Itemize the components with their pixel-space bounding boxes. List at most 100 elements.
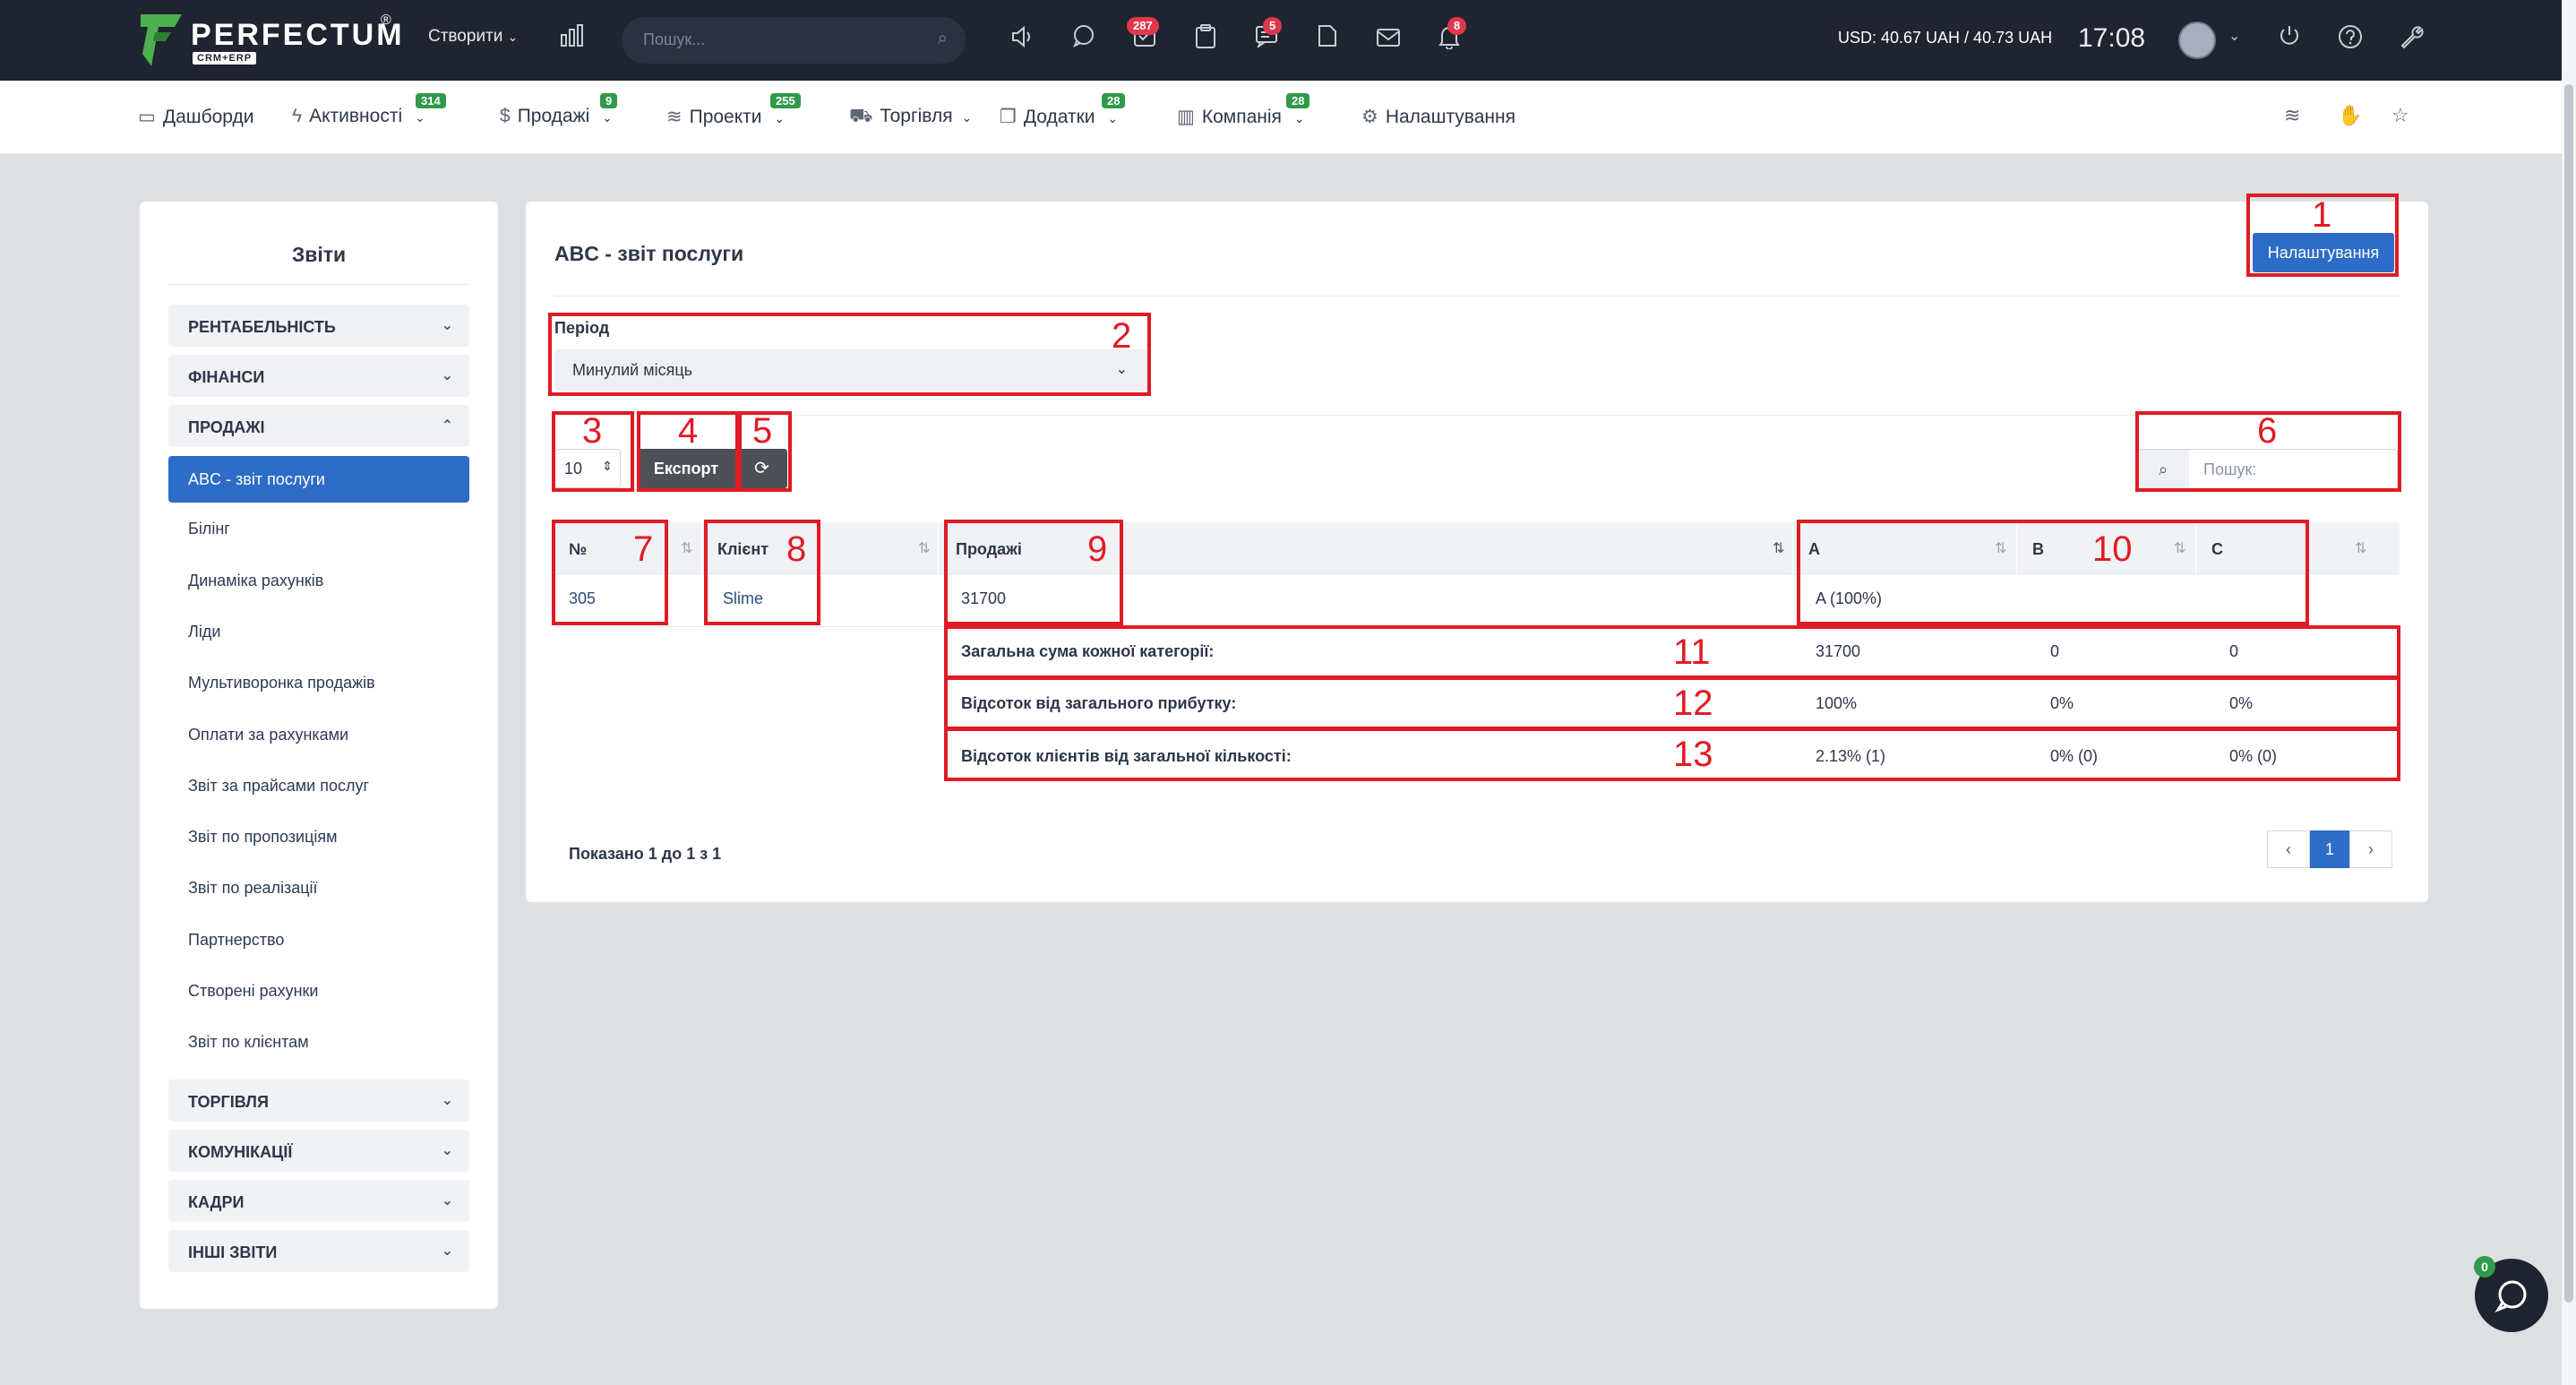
logo-registered-mark: ® — [381, 13, 391, 28]
nav-projects-label: Проекти — [689, 107, 762, 127]
sort-desc-icon[interactable]: ⇅ — [1773, 539, 1784, 557]
sidebar-item-created-invoices[interactable]: Створені рахунки — [188, 982, 318, 1001]
divider — [701, 522, 702, 574]
annotation-number: 8 — [786, 529, 807, 569]
nav-sales-label: Продажі — [517, 106, 590, 126]
divider — [168, 284, 469, 285]
divider — [554, 296, 2400, 297]
tasks-badge: 287 — [1127, 17, 1159, 35]
page-title: ABC - звіт послуги — [554, 242, 744, 265]
sort-icon[interactable]: ⇅ — [918, 539, 930, 557]
sidebar-cat-label: КАДРИ — [188, 1193, 245, 1211]
sidebar-item-realization[interactable]: Звіт по реалізації — [188, 879, 318, 898]
wrench-icon[interactable] — [2396, 24, 2426, 55]
divider — [938, 522, 939, 574]
monitor-icon: ▭ — [138, 107, 156, 127]
pagination-next[interactable]: › — [2349, 830, 2392, 868]
chevron-down-icon: ⌄ — [441, 1243, 453, 1259]
nav-activities[interactable]: ϟ Активності 314 ⌄ — [292, 93, 446, 127]
chevron-down-icon: ⌄ — [441, 1193, 453, 1209]
clipboard-icon[interactable] — [1190, 24, 1221, 55]
sidebar-item-clients[interactable]: Звіт по клієнтам — [188, 1033, 309, 1052]
sort-icon[interactable]: ⇅ — [681, 539, 692, 557]
sidebar-item-abc-services[interactable]: ABC - звіт послуги — [168, 456, 469, 503]
sidebar-item-billing[interactable]: Білінг — [188, 520, 230, 538]
annotation-number: 13 — [1673, 735, 1713, 774]
divider — [554, 415, 2400, 416]
cart-icon: ⛟ — [849, 106, 873, 126]
chat-bubble-icon[interactable] — [1069, 24, 1099, 55]
perfectum-logo[interactable]: PERFECTUM ® CRM+ERP — [139, 13, 408, 68]
annotation-number: 3 — [582, 411, 603, 451]
annotation-box — [944, 676, 2400, 730]
help-icon[interactable] — [2335, 24, 2366, 55]
sidebar-item-proposals[interactable]: Звіт по пропозиціям — [188, 828, 338, 847]
avatar[interactable] — [2178, 22, 2216, 59]
sidebar-item-leads[interactable]: Ліди — [188, 623, 220, 641]
nav-company-label: Компанія — [1201, 107, 1282, 127]
nav-addons[interactable]: ❐ Додатки 28 ⌄ — [1000, 93, 1126, 128]
annotation-number: 11 — [1673, 632, 1711, 672]
sidebar-cat-communications[interactable]: КОМУНІКАЦІЇ ⌄ — [168, 1130, 469, 1172]
sidebar-item-invoice-dynamics[interactable]: Динаміка рахунків — [188, 572, 323, 590]
nav-activities-label: Активності — [309, 106, 403, 126]
annotation-number: 2 — [1112, 316, 1132, 356]
sidebar-cat-profitability[interactable]: РЕНТАБЕЛЬНІСТЬ ⌄ — [168, 305, 469, 347]
mail-icon[interactable] — [1373, 24, 1404, 55]
chevron-down-icon: ⌄ — [441, 1143, 453, 1158]
building-icon: ▥ — [1177, 107, 1195, 127]
gear-icon: ⚙ — [1361, 107, 1378, 127]
nav-trade[interactable]: ⛟ Торгівля ⌄ — [849, 106, 972, 129]
sidebar-cat-sales[interactable]: ПРОДАЖІ ⌃ — [168, 405, 469, 447]
layers-stack-icon[interactable]: ≋ — [2284, 104, 2300, 127]
stats-chart-icon[interactable] — [557, 24, 588, 55]
chevron-down-icon: ⌄ — [441, 1093, 453, 1108]
sidebar-title: Звіти — [291, 243, 347, 266]
scrollbar-thumb[interactable] — [2564, 84, 2573, 1303]
reports-sidebar: Звіти РЕНТАБЕЛЬНІСТЬ ⌄ ФІНАНСИ ⌄ ПРОДАЖІ ⌃ … — [140, 202, 498, 1309]
sidebar-cat-hr[interactable]: КАДРИ ⌄ — [168, 1180, 469, 1222]
pagination-page-1[interactable]: 1 — [2310, 830, 2349, 868]
nav-company-badge: 28 — [1286, 93, 1310, 108]
chevron-down-icon[interactable]: ⌄ — [2228, 27, 2240, 45]
sort-icon[interactable]: ⇅ — [2355, 539, 2366, 557]
chevron-down-icon: ⌄ — [602, 110, 613, 125]
document-icon[interactable] — [1312, 24, 1343, 55]
sidebar-cat-label: РЕНТАБЕЛЬНІСТЬ — [188, 318, 336, 336]
chevron-down-icon: ⌄ — [1107, 111, 1119, 125]
sidebar-cat-finance[interactable]: ФІНАНСИ ⌄ — [168, 355, 469, 397]
sidebar-item-multifunnel[interactable]: Мультиворонка продажів — [188, 674, 375, 692]
chevron-down-icon: ⌄ — [441, 368, 453, 383]
chevron-down-icon: ⌄ — [414, 110, 425, 125]
global-search[interactable]: Пошук... ⌕ — [622, 17, 966, 64]
nav-dashboards[interactable]: ▭ Дашборди — [138, 106, 253, 128]
create-label: Створити — [428, 27, 503, 46]
nav-dashboards-label: Дашборди — [162, 107, 254, 127]
copy-icon: ❐ — [1000, 107, 1017, 127]
chat-bubble-icon — [2494, 1280, 2527, 1312]
power-icon[interactable] — [2274, 24, 2305, 55]
hand-icon[interactable]: ✋ — [2338, 104, 2362, 127]
create-menu-button[interactable]: Створити ⌄ — [428, 27, 518, 47]
top-bar: PERFECTUM ® CRM+ERP Створити ⌄ Пошук... … — [0, 0, 2576, 81]
nav-projects[interactable]: ≋ Проекти 255 ⌄ — [666, 93, 801, 128]
search-icon: ⌕ — [937, 29, 948, 48]
messages-badge: 5 — [1263, 17, 1283, 35]
logo-text: PERFECTUM — [191, 18, 405, 52]
pagination-prev[interactable]: ‹ — [2267, 830, 2310, 868]
sidebar-cat-other[interactable]: ІНШІ ЗВІТИ ⌄ — [168, 1230, 469, 1272]
star-icon[interactable]: ☆ — [2391, 104, 2409, 127]
sidebar-item-partnership[interactable]: Партнерство — [188, 931, 284, 950]
speaker-icon[interactable] — [1008, 24, 1038, 55]
chevron-down-icon: ⌄ — [774, 111, 786, 125]
sidebar-cat-trade[interactable]: ТОРГІВЛЯ ⌄ — [168, 1080, 469, 1122]
nav-sales[interactable]: $ Продажі 9 ⌄ — [500, 93, 618, 127]
nav-company[interactable]: ▥ Компанія 28 ⌄ — [1177, 93, 1310, 128]
chevron-down-icon: ⌄ — [507, 30, 519, 44]
sidebar-cat-label: КОМУНІКАЦІЇ — [188, 1143, 293, 1161]
chevron-down-icon: ⌄ — [1293, 111, 1305, 125]
nav-settings[interactable]: ⚙ Налаштування — [1361, 106, 1516, 128]
sidebar-item-service-prices[interactable]: Звіт за прайсами послуг — [188, 777, 369, 796]
sidebar-item-invoice-payments[interactable]: Оплати за рахунками — [188, 726, 348, 744]
logo-icon — [141, 14, 182, 66]
